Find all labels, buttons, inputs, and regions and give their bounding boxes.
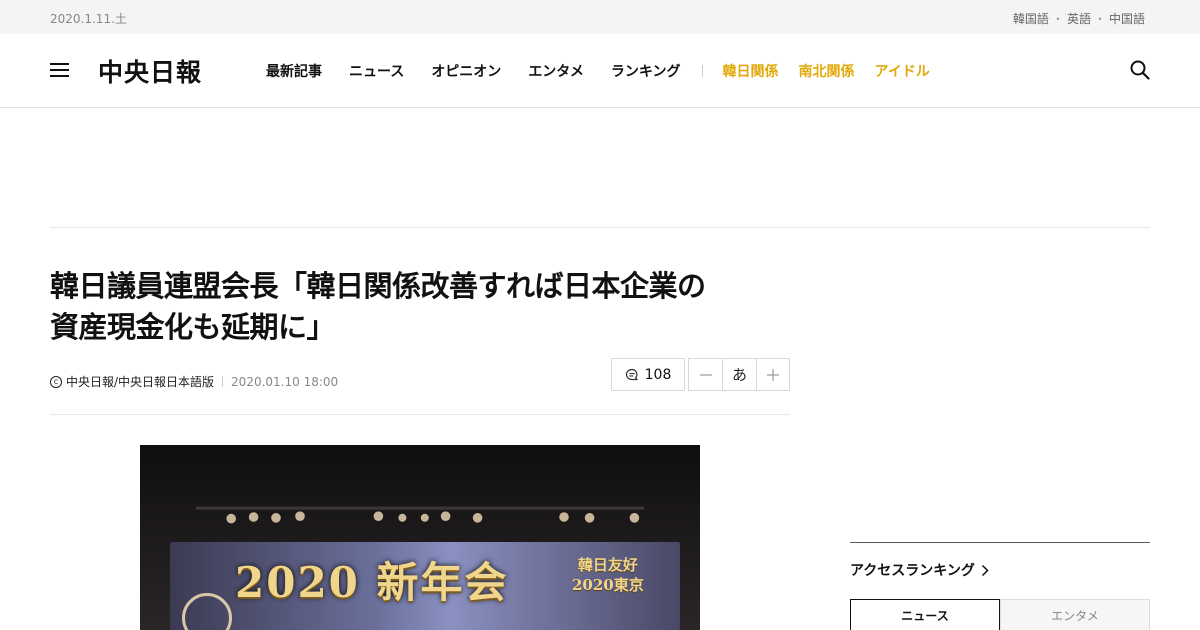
banner-sub-text: 韓日友好 2020東京	[572, 555, 644, 595]
byline-source: 中央日報/中央日報日本語版	[66, 375, 215, 389]
byline-divider	[222, 376, 224, 387]
article-title-line2: 資産現金化も延期に」	[50, 310, 336, 344]
chevron-right-icon	[981, 564, 989, 576]
ranking-title-link[interactable]: アクセスランキング	[850, 560, 989, 580]
font-size-label: あ	[722, 359, 755, 390]
nav-idol[interactable]: アイドル	[875, 61, 930, 81]
nav-latest[interactable]: 最新記事	[266, 61, 322, 81]
font-increase-button[interactable]	[755, 359, 789, 390]
hamburger-icon[interactable]	[50, 63, 69, 78]
lang-korean-link[interactable]: 韓国語	[1013, 10, 1049, 27]
comment-icon	[625, 368, 638, 380]
stage-lights	[196, 506, 644, 524]
tab-entertainment[interactable]: エンタメ	[1000, 599, 1150, 630]
ranking-title: アクセスランキング	[850, 563, 975, 579]
search-icon[interactable]	[1130, 60, 1150, 80]
nav-korea-japan[interactable]: 韓日関係	[723, 61, 779, 81]
banner-main-text: 2020 新年会	[235, 558, 509, 607]
main-nav: 最新記事 ニュース オピニオン エンタメ ランキング 韓日関係 南北関係 アイド…	[266, 61, 950, 81]
site-logo[interactable]: 中央日報	[98, 53, 202, 89]
lang-chinese-link[interactable]: 中国語	[1109, 10, 1145, 27]
ranking-tabs: ニュース エンタメ	[850, 599, 1150, 630]
article-byline: c 中央日報/中央日報日本語版 2020.01.10 18:00	[50, 373, 338, 390]
comment-button[interactable]: 108	[611, 358, 685, 391]
nav-news[interactable]: ニュース	[349, 61, 404, 81]
copyright-icon: c	[50, 375, 62, 388]
current-date: 2020.1.11.土	[50, 12, 127, 26]
language-links: 韓国語 ・ 英語 ・ 中国語	[1013, 10, 1145, 27]
top-bar: 2020.1.11.土 韓国語 ・ 英語 ・ 中国語	[0, 0, 1200, 34]
article-photo[interactable]: 2020 新年会 韓日友好 2020東京	[140, 445, 700, 630]
lang-separator: ・	[1093, 12, 1106, 26]
site-header: 中央日報 最新記事 ニュース オピニオン エンタメ ランキング 韓日関係 南北関…	[0, 34, 1200, 108]
comment-count: 108	[644, 366, 672, 383]
font-size-controls: あ	[688, 358, 790, 391]
article-divider	[50, 414, 790, 415]
lang-english-link[interactable]: 英語	[1067, 10, 1091, 27]
article-title-line1: 韓日議員連盟会長「韓日関係改善すれば日本企業の	[50, 269, 706, 303]
font-decrease-button[interactable]	[689, 359, 722, 390]
ad-divider	[50, 227, 1150, 228]
nav-divider	[701, 65, 703, 77]
lang-separator: ・	[1051, 12, 1064, 26]
ranking-divider	[850, 542, 1150, 543]
nav-entertainment[interactable]: エンタメ	[528, 61, 584, 81]
nav-north-south[interactable]: 南北関係	[799, 61, 855, 81]
publish-date: 2020.01.10 18:00	[231, 374, 339, 389]
nav-ranking[interactable]: ランキング	[611, 61, 681, 81]
tab-news[interactable]: ニュース	[850, 599, 1000, 630]
banner-sub-line2: 2020東京	[572, 576, 644, 594]
nav-opinion[interactable]: オピニオン	[431, 61, 501, 81]
banner-sub-line1: 韓日友好	[577, 556, 638, 574]
article-title: 韓日議員連盟会長「韓日関係改善すれば日本企業の 資産現金化も延期に」	[50, 266, 790, 348]
